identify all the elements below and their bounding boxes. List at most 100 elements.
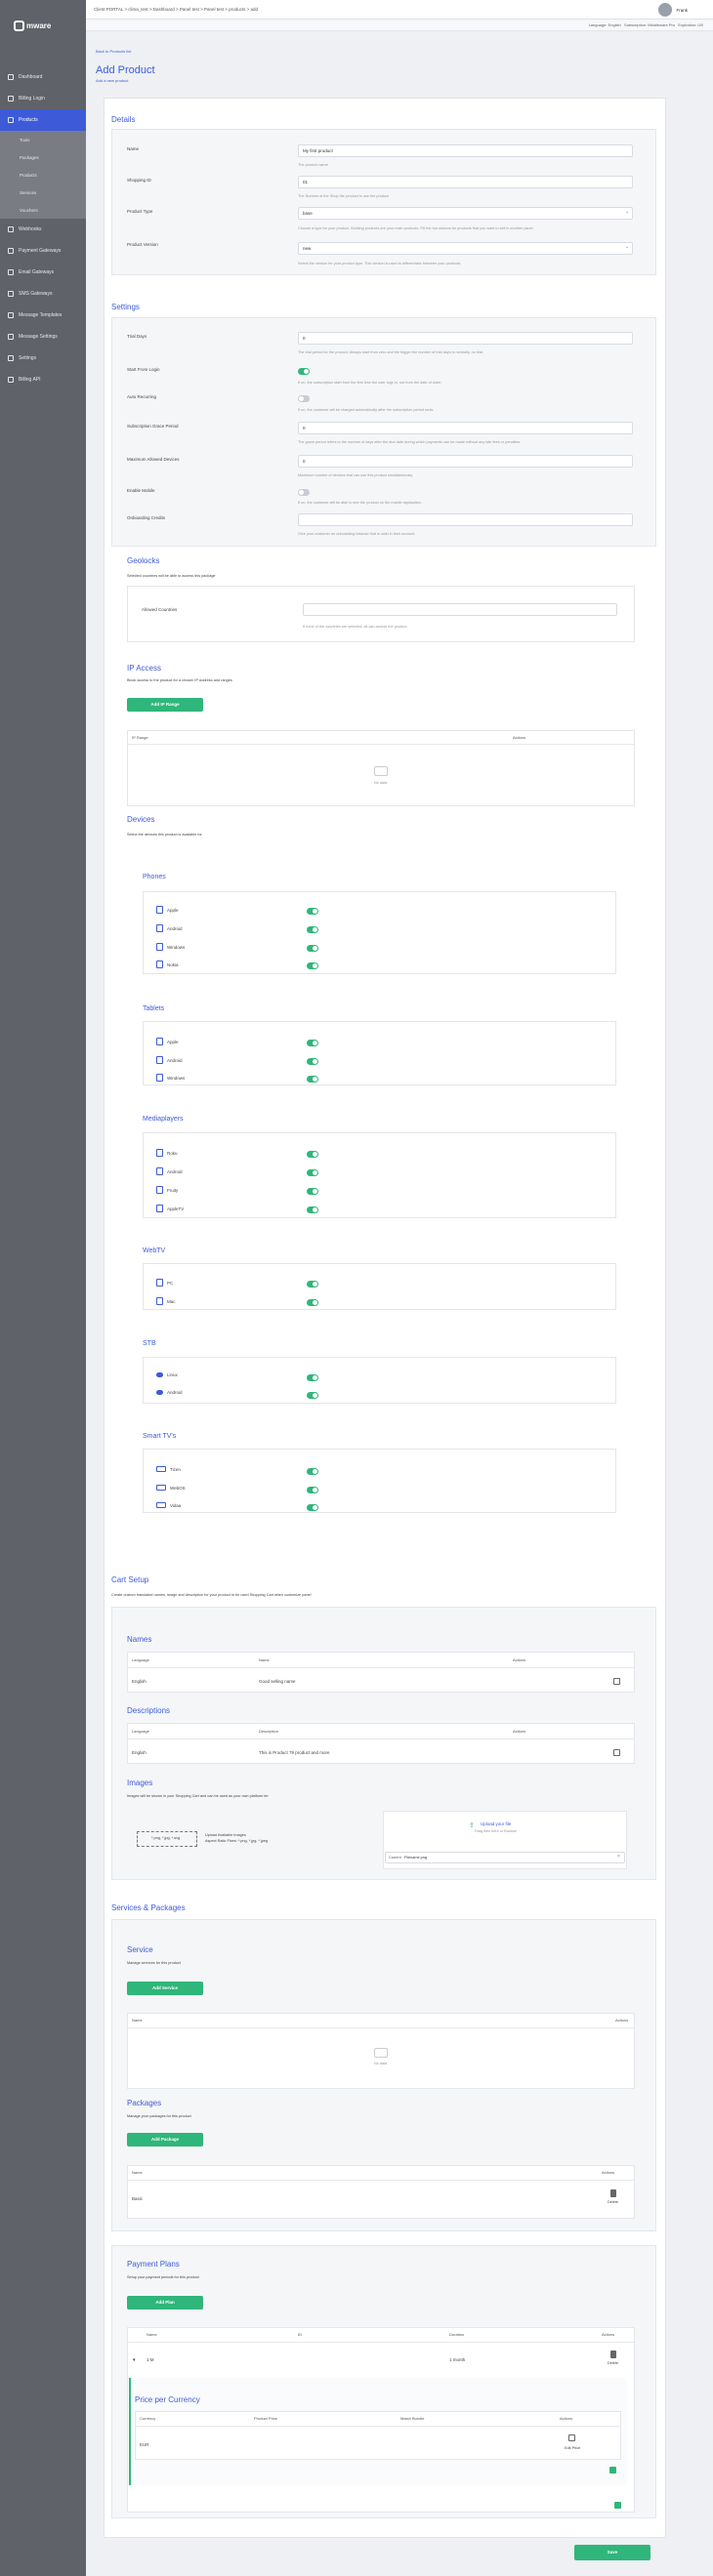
products-icon: [8, 117, 14, 123]
media-appletv-toggle[interactable]: [307, 1206, 318, 1213]
device-tv-webos: WebOS: [156, 1485, 186, 1491]
divider: [128, 2027, 634, 2028]
tv-vidaa-toggle[interactable]: [307, 1504, 318, 1511]
tv-icon: [156, 1502, 166, 1508]
divider: [128, 2180, 634, 2181]
phone-apple-toggle[interactable]: [307, 908, 318, 915]
sidebar-item-sms-gateways[interactable]: SMS Gateways: [0, 283, 86, 305]
stb-title: STB: [143, 1340, 156, 1347]
sidebar-item-products[interactable]: Products: [0, 109, 86, 131]
media-android-toggle[interactable]: [307, 1169, 318, 1176]
service-col-actions: Actions: [615, 2018, 629, 2023]
cart-setup-title: Cart Setup: [111, 1575, 149, 1584]
subnav-item-packages[interactable]: Packages: [0, 148, 86, 166]
subnav-item-services[interactable]: Services: [0, 184, 86, 201]
stb-android-toggle[interactable]: [307, 1392, 318, 1399]
payment-plans-desc: Setup your payment periods for this prod…: [127, 2275, 199, 2279]
expand-icon[interactable]: ▾: [133, 2357, 136, 2363]
price-col-match-bundle: Match Bundle: [400, 2416, 425, 2421]
add-package-button[interactable]: Add Package: [127, 2133, 203, 2147]
upload-title: Upload your file: [481, 1821, 512, 1826]
enable-mobile-label: Enable Mobile: [127, 488, 155, 493]
enable-mobile-toggle[interactable]: [298, 489, 310, 496]
user-name[interactable]: Frank: [676, 8, 688, 13]
sidebar-item-billing-login[interactable]: Billing Login: [0, 88, 86, 109]
tablet-icon: [156, 1074, 163, 1082]
tablet-android-toggle[interactable]: [307, 1058, 318, 1065]
sidebar-item-message-settings[interactable]: Message Settings: [0, 326, 86, 348]
edit-icon[interactable]: [613, 1749, 620, 1756]
gear-icon: [8, 355, 14, 361]
shopping-id-input[interactable]: 01: [298, 176, 633, 188]
auto-recurring-toggle[interactable]: [298, 395, 310, 402]
sidebar-item-dashboard[interactable]: Dashboard: [0, 66, 86, 88]
trial-days-input[interactable]: 0: [298, 332, 633, 345]
names-col-language: Language: [132, 1657, 149, 1662]
phone-android-toggle[interactable]: [307, 926, 318, 933]
phone-icon: [156, 924, 163, 932]
web-mac-toggle[interactable]: [307, 1299, 318, 1306]
price-per-currency-title: Price per Currency: [135, 2395, 200, 2404]
edit-icon[interactable]: [568, 2434, 575, 2441]
save-button[interactable]: Save: [574, 2545, 650, 2560]
phone-nokia-toggle[interactable]: [307, 962, 318, 969]
plan-delete-label[interactable]: Delete: [608, 2361, 618, 2365]
max-devices-input[interactable]: 0: [298, 455, 633, 468]
back-link[interactable]: Back to Products list: [96, 49, 131, 54]
expiration-info: Expiration: 0/0: [678, 22, 703, 27]
sidebar-item-payment-gateways[interactable]: Payment Gateways: [0, 240, 86, 262]
subnav-item-products[interactable]: Products: [0, 166, 86, 184]
divider: [128, 2342, 634, 2343]
avatar[interactable]: [658, 3, 672, 17]
product-type-select[interactable]: base: [298, 207, 633, 220]
product-version-label: Product Version: [127, 242, 158, 247]
tv-icon: [156, 1466, 166, 1472]
product-version-select[interactable]: new: [298, 242, 633, 255]
image-types: *.png, *.jpg, *.svg: [151, 1836, 181, 1840]
trash-icon[interactable]: [610, 2351, 616, 2358]
sidebar-item-message-templates[interactable]: Message Templates: [0, 305, 86, 326]
device-phone-apple: Apple: [156, 906, 179, 914]
edit-price-label[interactable]: Edit Price: [565, 2446, 580, 2450]
add-ip-range-button[interactable]: Add IP Range: [127, 698, 203, 712]
web-pc-toggle[interactable]: [307, 1281, 318, 1288]
dashboard-icon: [8, 74, 14, 80]
media-roku-toggle[interactable]: [307, 1151, 318, 1158]
trash-icon[interactable]: [610, 2189, 616, 2197]
names-table: [127, 1652, 635, 1693]
subscription-bar: Language: English Subscription: Middlewa…: [86, 20, 713, 31]
edit-icon[interactable]: [613, 1678, 620, 1685]
subnav-item-tools[interactable]: Tools: [0, 131, 86, 148]
language-info: Language: English: [588, 22, 621, 27]
device-tablet-apple: Apple: [156, 1038, 179, 1045]
sidebar-item-email-gateways[interactable]: Email Gateways: [0, 262, 86, 283]
add-service-button[interactable]: Add Service: [127, 1982, 203, 1995]
plan-col-name: Name: [147, 2332, 157, 2337]
tablet-windows-toggle[interactable]: [307, 1076, 318, 1083]
allowed-countries-help: If none of the countries are selected, a…: [303, 625, 408, 629]
name-row-value: Good selling name: [259, 1679, 296, 1684]
shopping-id-help: The Number of the Shop the product to us…: [298, 194, 390, 198]
geolocks-desc: Selected countries will be able to acces…: [127, 574, 216, 578]
name-input[interactable]: My first product: [298, 144, 633, 157]
subnav-item-vouchers[interactable]: Vouchers: [0, 201, 86, 219]
onboarding-credits-input[interactable]: [298, 513, 633, 526]
media-fruity-toggle[interactable]: [307, 1188, 318, 1195]
allowed-countries-select[interactable]: [303, 603, 617, 616]
sidebar-item-settings[interactable]: Settings: [0, 348, 86, 369]
tv-tizen-toggle[interactable]: [307, 1468, 318, 1475]
grace-period-input[interactable]: 0: [298, 422, 633, 434]
stb-linux-toggle[interactable]: [307, 1374, 318, 1381]
tablet-apple-toggle[interactable]: [307, 1040, 318, 1046]
phone-windows-toggle[interactable]: [307, 945, 318, 952]
close-icon[interactable]: ×: [617, 1854, 620, 1860]
package-delete-label[interactable]: Delete: [608, 2200, 618, 2204]
checkbox-icon[interactable]: [614, 2502, 621, 2509]
sidebar-item-webhooks[interactable]: Webhooks: [0, 219, 86, 240]
add-plan-button[interactable]: Add Plan: [127, 2296, 203, 2310]
device-media-fruity: Fruity: [156, 1186, 178, 1194]
checkbox-icon[interactable]: [609, 2467, 616, 2474]
sidebar-item-billing-api[interactable]: Billing API: [0, 369, 86, 390]
start-from-login-toggle[interactable]: [298, 368, 310, 375]
tv-webos-toggle[interactable]: [307, 1487, 318, 1493]
